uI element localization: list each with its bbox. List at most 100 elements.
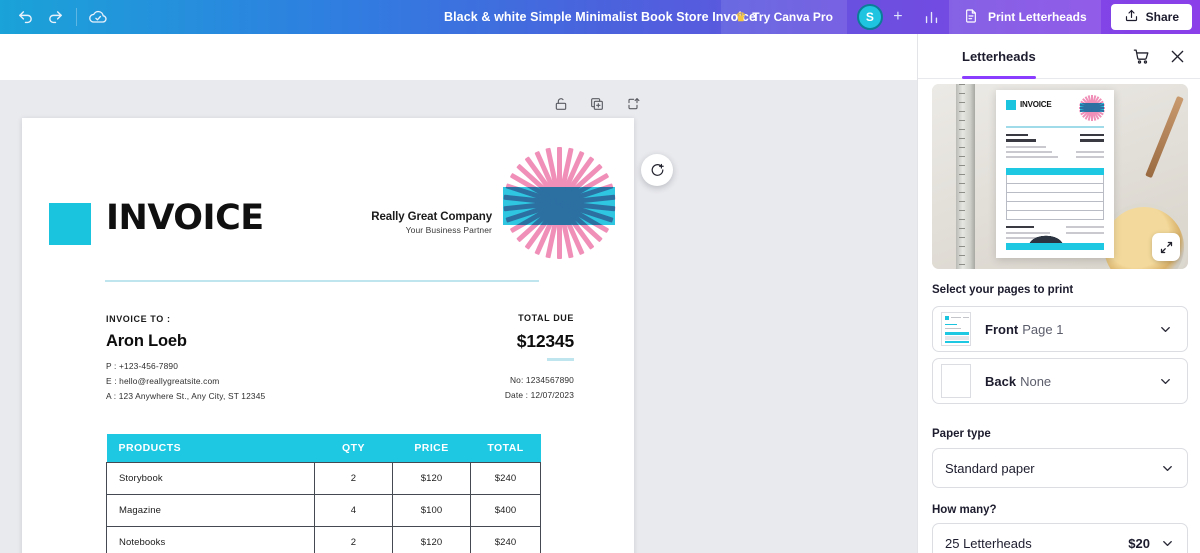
- share-label: Share: [1145, 10, 1179, 24]
- preview-ruler-tick: [959, 264, 965, 265]
- table-header-row: PRODUCTS QTY PRICE TOTAL: [106, 434, 541, 463]
- cart-icon[interactable]: [1128, 44, 1154, 70]
- pages-to-print-label: Select your pages to print: [932, 284, 1074, 296]
- preview-ruler-tick: [959, 237, 965, 238]
- invoice-date: Date : 12/07/2023: [504, 390, 574, 400]
- how-many-label: How many?: [932, 504, 997, 516]
- total-due-label: TOTAL DUE: [518, 313, 574, 323]
- table-cell: 2: [314, 462, 393, 495]
- preview-invoice-heading: INVOICE: [1020, 100, 1052, 109]
- tab-letterheads[interactable]: Letterheads: [962, 34, 1036, 79]
- print-letterheads-button[interactable]: Print Letterheads: [948, 0, 1101, 34]
- insights-chart-icon[interactable]: [915, 0, 949, 34]
- top-toolbar: Black & white Simple Minimalist Book Sto…: [0, 0, 1200, 34]
- preview-ruler-tick: [959, 102, 965, 103]
- redo-icon[interactable]: [40, 4, 70, 30]
- undo-icon[interactable]: [10, 4, 40, 30]
- quantity-chevron-down-icon[interactable]: [1160, 536, 1175, 551]
- front-page-value: Page 1: [1022, 321, 1064, 337]
- preview-ruler-tick: [959, 156, 965, 157]
- table-row: Storybook 2 $120 $240: [106, 462, 541, 495]
- amount-underline: [547, 358, 574, 361]
- preview-letterhead-paper: INVOICE: [996, 90, 1114, 258]
- preview-table-header: [1006, 168, 1104, 175]
- paper-chevron-down-icon[interactable]: [1160, 461, 1175, 476]
- print-letterheads-label: Print Letterheads: [987, 10, 1087, 24]
- starburst-cyan-bar: [503, 187, 615, 225]
- try-canva-pro-button[interactable]: ♛ Try Canva Pro: [721, 0, 847, 34]
- company-tagline: Your Business Partner: [405, 225, 492, 235]
- table-cell: $120: [392, 462, 471, 495]
- back-chevron-down-icon[interactable]: [1158, 374, 1173, 389]
- table-cell: $100: [392, 494, 471, 527]
- paper-type-label: Paper type: [932, 428, 991, 440]
- paper-type-select[interactable]: Standard paper: [932, 448, 1188, 488]
- invoice-number: No: 1234567890: [509, 375, 574, 385]
- preview-ruler-tick: [959, 201, 965, 202]
- back-side-label: Back: [985, 373, 1017, 389]
- front-page-thumbnail: [941, 312, 971, 346]
- table-header-price: PRICE: [392, 434, 471, 463]
- preview-starburst: [1078, 94, 1106, 121]
- table-cell: $400: [470, 494, 541, 527]
- document-icon: [963, 8, 979, 27]
- table-row: Notebooks 2 $120 $240: [106, 526, 541, 553]
- front-page-option[interactable]: Front Page 1: [932, 306, 1188, 352]
- preview-ruler: [956, 84, 975, 269]
- object-toolbar: [0, 34, 917, 80]
- front-page-text: Front Page 1: [985, 322, 1063, 337]
- share-upload-icon: [1124, 8, 1139, 26]
- preview-ruler-tick: [959, 255, 965, 256]
- starburst-graphic: [499, 143, 619, 263]
- front-chevron-down-icon[interactable]: [1158, 322, 1173, 337]
- front-side-label: Front: [985, 321, 1019, 337]
- collaborators: S +: [847, 4, 915, 30]
- letterhead-preview-image[interactable]: INVOICE: [932, 84, 1188, 269]
- preview-logo-square: [1006, 100, 1016, 110]
- client-name: Aron Loeb: [106, 332, 187, 350]
- duplicate-page-icon[interactable]: [585, 92, 609, 116]
- total-due-amount: $12345: [516, 331, 574, 351]
- canva-editor-window: Black & white Simple Minimalist Book Sto…: [0, 0, 1200, 553]
- products-table: PRODUCTS QTY PRICE TOTAL Storybook 2 $120 $240…: [106, 434, 541, 553]
- table-cell: 4: [314, 494, 393, 527]
- add-collaborator-button[interactable]: +: [885, 4, 911, 30]
- preview-ruler-tick: [959, 93, 965, 94]
- preview-ruler-tick: [959, 138, 965, 139]
- company-name: Really Great Company: [371, 211, 492, 223]
- share-button[interactable]: Share: [1110, 4, 1192, 30]
- preview-ruler-tick: [959, 147, 965, 148]
- panel-actions: [1128, 34, 1190, 79]
- table-row: Magazine 4 $100 $400: [106, 494, 541, 527]
- preview-ruler-tick: [959, 129, 965, 130]
- table-cell: Storybook: [106, 462, 315, 495]
- editor-canvas-area: INVOICE Really Great Company Your Busine…: [0, 34, 917, 553]
- paper-type-value: Standard paper: [945, 460, 1035, 476]
- preview-ruler-tick: [959, 183, 965, 184]
- toolbar-divider: [76, 8, 77, 26]
- lock-icon[interactable]: [549, 92, 573, 116]
- expand-preview-button[interactable]: [1152, 233, 1180, 261]
- quantity-select[interactable]: 25 Letterheads $20: [932, 523, 1188, 553]
- table-cell: Magazine: [106, 494, 315, 527]
- preview-ruler-tick: [959, 210, 965, 211]
- page-tools: [549, 92, 645, 116]
- add-comment-button[interactable]: [641, 154, 673, 186]
- back-page-value: None: [1020, 373, 1052, 389]
- export-page-icon[interactable]: [621, 92, 645, 116]
- avatar[interactable]: S: [856, 4, 883, 30]
- preview-ruler-tick: [959, 246, 965, 247]
- preview-ruler-tick: [959, 174, 965, 175]
- back-page-option[interactable]: Back None: [932, 358, 1188, 404]
- back-page-text: Back None: [985, 374, 1051, 389]
- design-page[interactable]: INVOICE Really Great Company Your Busine…: [22, 118, 634, 553]
- quantity-value: 25 Letterheads: [945, 535, 1032, 551]
- client-phone: P : +123-456-7890: [106, 361, 179, 371]
- preview-ruler-tick: [959, 192, 965, 193]
- preview-ruler-tick: [959, 219, 965, 220]
- preview-ruler-tick: [959, 84, 965, 85]
- table-cell: $240: [470, 462, 541, 495]
- cloud-saved-icon[interactable]: [83, 4, 113, 30]
- preview-footer-bar: [1006, 243, 1104, 250]
- close-icon[interactable]: [1164, 44, 1190, 70]
